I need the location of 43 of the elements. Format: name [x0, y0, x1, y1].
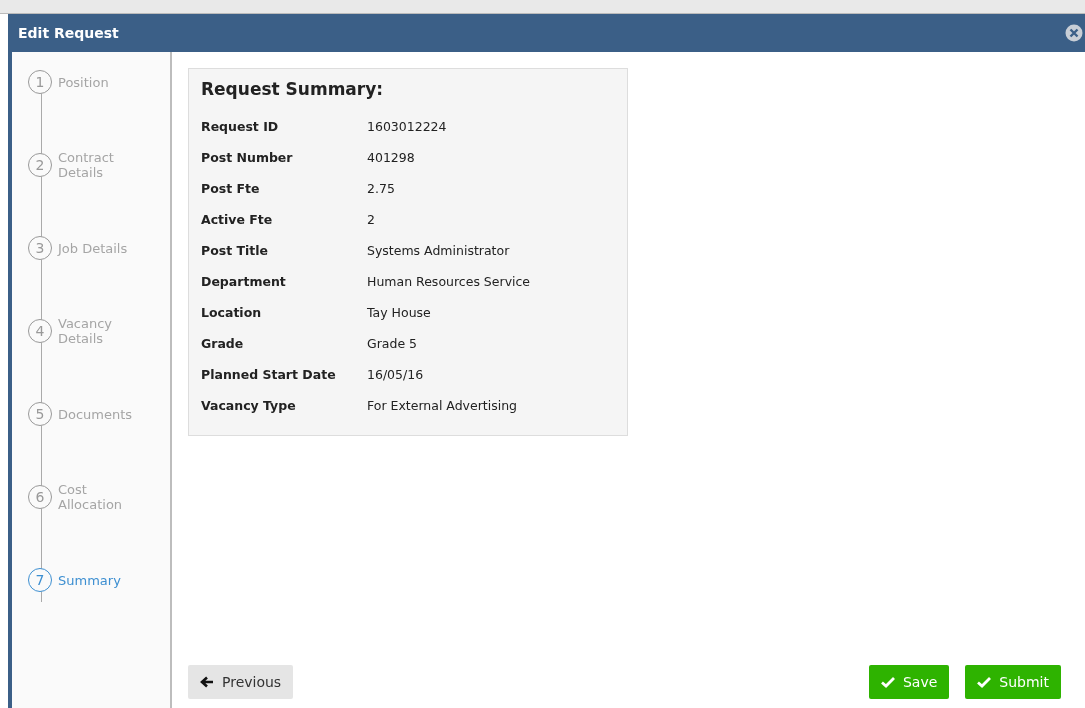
field-value: For External Advertising: [367, 398, 518, 413]
left-arrow-icon: [200, 676, 214, 688]
step-label[interactable]: Summary: [58, 572, 138, 588]
step-number[interactable]: 4: [28, 319, 52, 343]
submit-button[interactable]: Submit: [965, 665, 1061, 699]
field-value: Tay House: [367, 305, 431, 320]
field-value: 16/05/16: [367, 367, 424, 382]
step-number[interactable]: 6: [28, 485, 52, 509]
field-value: 401298: [367, 150, 415, 165]
step-label[interactable]: Cost Allocation: [58, 482, 138, 512]
field-value: Human Resources Service: [367, 274, 531, 289]
field-label: Post Number: [201, 150, 294, 165]
step-number[interactable]: 7: [28, 568, 52, 592]
previous-button[interactable]: Previous: [188, 665, 294, 699]
step-number[interactable]: 5: [28, 402, 52, 426]
field-label: Post Fte: [201, 181, 261, 196]
save-button[interactable]: Save: [868, 665, 950, 699]
step-number[interactable]: 1: [28, 70, 52, 94]
field-value: 2: [367, 212, 375, 227]
field-value: Grade 5: [367, 336, 418, 351]
check-icon: [880, 676, 895, 688]
field-label: Request ID: [201, 119, 280, 134]
check-icon: [977, 676, 992, 688]
field-label: Department: [201, 274, 287, 289]
field-label: Post Title: [201, 243, 270, 258]
field-label: Active Fte: [201, 212, 274, 227]
step-label[interactable]: Job Details: [58, 240, 138, 256]
field-value: 1603012224: [367, 119, 447, 134]
step-label[interactable]: Contract Details: [58, 150, 138, 180]
close-icon[interactable]: [1065, 24, 1083, 42]
step-number[interactable]: 3: [28, 236, 52, 260]
step-label[interactable]: Vacancy Details: [58, 316, 138, 346]
step-label[interactable]: Position: [58, 74, 138, 90]
field-value: 2.75: [367, 181, 395, 196]
field-value: Systems Administrator: [367, 243, 510, 258]
field-label: Grade: [201, 336, 245, 351]
summary-title: Request Summary:: [201, 79, 385, 99]
step-number[interactable]: 2: [28, 153, 52, 177]
field-label: Location: [201, 305, 263, 320]
field-label: Planned Start Date: [201, 367, 337, 382]
field-label: Vacancy Type: [201, 398, 297, 413]
window-title: Edit Request: [18, 25, 119, 41]
step-label[interactable]: Documents: [58, 406, 138, 422]
